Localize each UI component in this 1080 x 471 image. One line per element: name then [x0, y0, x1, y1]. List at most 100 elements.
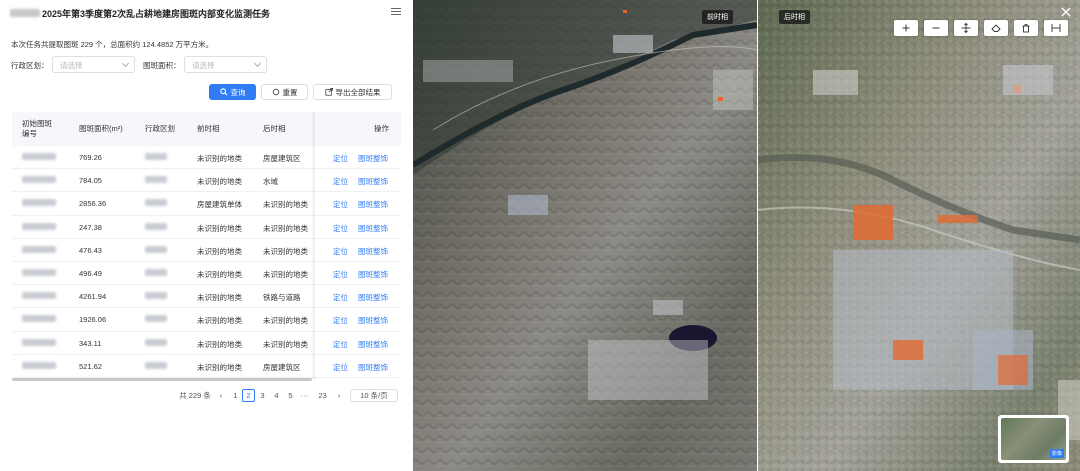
fix-polygon-link[interactable]: 图斑整饰	[358, 362, 388, 373]
row-region	[145, 245, 167, 255]
plus-icon	[902, 24, 910, 32]
page-item[interactable]: 1	[230, 389, 241, 402]
row-before: 未识别的地类	[197, 293, 242, 303]
row-id	[22, 269, 56, 278]
row-area: 496.49	[79, 269, 102, 278]
blurred-region	[145, 153, 167, 160]
blurred-id	[22, 245, 56, 253]
locate-link[interactable]: 定位	[333, 223, 348, 234]
row-before: 未识别的地类	[197, 339, 242, 349]
move-icon	[961, 23, 971, 33]
fix-polygon-link[interactable]: 图斑整饰	[358, 339, 388, 350]
header-actions: 操作	[374, 124, 389, 133]
header-region: 行政区划	[145, 124, 175, 133]
blurred-region	[145, 176, 167, 184]
region-select[interactable]: 请选择	[52, 56, 135, 73]
page-size-select[interactable]: 10 条/页	[350, 389, 398, 402]
blurred-id	[22, 176, 56, 184]
page-item[interactable]: 3	[257, 389, 268, 402]
blurred-region	[145, 338, 167, 346]
blurred-region	[145, 199, 167, 207]
swipe-divider[interactable]	[757, 0, 758, 471]
page-item[interactable]: 23	[317, 389, 328, 402]
locate-link[interactable]: 定位	[333, 362, 348, 373]
row-after: 房屋建筑区	[263, 362, 301, 372]
row-before: 未识别的地类	[197, 316, 242, 326]
row-after: 未识别的地类	[263, 339, 308, 349]
layer-switcher-thumbnail[interactable]: 影像	[998, 415, 1069, 463]
fix-polygon-link[interactable]: 图斑整饰	[358, 176, 388, 187]
search-icon	[219, 88, 228, 96]
locate-link[interactable]: 定位	[333, 269, 348, 280]
before-phase-label: 前时相	[702, 10, 733, 24]
export-icon	[324, 88, 333, 96]
table-row: 2856.36 房屋建筑单体 未识别的地类 定位 图斑整饰	[12, 192, 401, 216]
fix-polygon-link[interactable]: 图斑整饰	[358, 315, 388, 326]
area-select-placeholder: 请选择	[192, 61, 215, 70]
row-before: 未识别的地类	[197, 177, 242, 187]
table-row: 476.43 未识别的地类 未识别的地类 定位 图斑整饰	[12, 239, 401, 262]
fix-polygon-link[interactable]: 图斑整饰	[358, 246, 388, 257]
prev-page-button[interactable]: ‹	[216, 389, 226, 402]
zoom-out-button[interactable]	[924, 20, 948, 36]
page-item[interactable]: 5	[285, 389, 296, 402]
fix-polygon-link[interactable]: 图斑整饰	[358, 153, 388, 164]
next-page-button[interactable]: ›	[334, 389, 344, 402]
page-title: 2025年第3季度第2次乱占耕地建房图斑内部变化监测任务	[42, 8, 271, 19]
row-id	[22, 222, 56, 232]
row-after: 未识别的地类	[263, 223, 308, 233]
table-row: 496.49 未识别的地类 未识别的地类 定位 图斑整饰	[12, 262, 401, 286]
task-panel: 2025年第3季度第2次乱占耕地建房图斑内部变化监测任务 本次任务共提取图斑 2…	[0, 0, 413, 471]
fix-polygon-link[interactable]: 图斑整饰	[358, 199, 388, 210]
export-button[interactable]: 导出全部结果	[313, 84, 392, 100]
menu-icon[interactable]	[391, 8, 401, 16]
after-phase-label: 后时相	[779, 10, 810, 24]
fix-polygon-link[interactable]: 图斑整饰	[358, 269, 388, 280]
pan-button[interactable]	[954, 20, 978, 36]
blurred-id	[22, 292, 56, 300]
blurred-region	[145, 292, 167, 300]
locate-link[interactable]: 定位	[333, 176, 348, 187]
area-filter-label: 图斑面积：	[143, 61, 181, 70]
row-region	[145, 292, 167, 301]
page-item-current[interactable]: 2	[242, 389, 255, 402]
locate-link[interactable]: 定位	[333, 246, 348, 257]
split-icon	[1051, 24, 1061, 32]
row-id	[22, 153, 56, 162]
area-select[interactable]: 请选择	[184, 56, 267, 73]
row-id	[22, 315, 56, 324]
zoom-in-button[interactable]	[894, 20, 918, 36]
table-row: 521.62 未识别的地类 房屋建筑区 定位 图斑整饰	[12, 355, 401, 378]
blurred-id	[22, 153, 56, 160]
reset-button[interactable]: 重置	[261, 84, 308, 100]
locate-link[interactable]: 定位	[333, 153, 348, 164]
table-row: 343.11 未识别的地类 未识别的地类 定位 图斑整饰	[12, 332, 401, 355]
page-item[interactable]: 4	[271, 389, 282, 402]
locate-link[interactable]: 定位	[333, 199, 348, 210]
row-before: 未识别的地类	[197, 223, 242, 233]
split-view-button[interactable]	[1044, 20, 1068, 36]
header-id-line2: 编号	[22, 129, 37, 138]
trash-icon	[1022, 24, 1030, 33]
close-icon[interactable]	[1060, 6, 1072, 18]
fix-polygon-link[interactable]: 图斑整饰	[358, 292, 388, 303]
row-area: 521.62	[79, 361, 102, 371]
map-compare-view[interactable]: 前时相 后时相 影像	[413, 0, 1080, 471]
blurred-id	[22, 199, 56, 207]
row-area: 784.05	[79, 176, 102, 186]
row-after: 房屋建筑区	[263, 154, 301, 163]
locate-link[interactable]: 定位	[333, 339, 348, 350]
row-area: 247.38	[79, 222, 102, 232]
delete-button[interactable]	[1014, 20, 1038, 36]
locate-link[interactable]: 定位	[333, 315, 348, 326]
horizontal-scrollbar[interactable]	[12, 378, 312, 381]
eraser-icon	[991, 24, 1001, 32]
page-item[interactable]: ···	[299, 389, 310, 402]
search-button[interactable]: 查询	[209, 84, 256, 100]
erase-button[interactable]	[984, 20, 1008, 36]
row-before: 未识别的地类	[197, 246, 242, 256]
locate-link[interactable]: 定位	[333, 292, 348, 303]
table-header: 初始图斑 编号 图斑面积(m²) 行政区划 前时相 后时相 操作	[12, 112, 401, 146]
row-before: 房屋建筑单体	[197, 200, 242, 210]
fix-polygon-link[interactable]: 图斑整饰	[358, 223, 388, 234]
